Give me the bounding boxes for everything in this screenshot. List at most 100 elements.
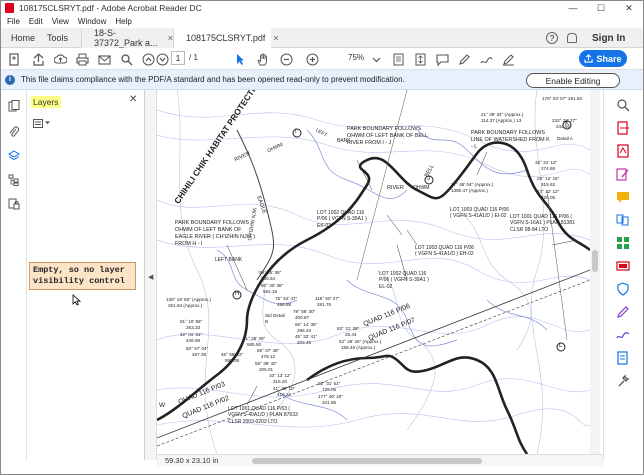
comment-icon[interactable]	[435, 52, 449, 66]
zoom-level-dropdown[interactable]: 75%	[348, 53, 364, 62]
highlight-pen-icon[interactable]	[457, 52, 471, 66]
layers-icon[interactable]	[8, 150, 20, 162]
content-tree-icon[interactable]	[8, 174, 20, 186]
zoom-in-icon[interactable]	[305, 52, 319, 66]
menu-view[interactable]: View	[52, 17, 69, 26]
vertical-scrollbar[interactable]	[590, 90, 600, 454]
bearing-label: 296.34	[297, 328, 312, 333]
bearing-label: 42° 01' 01"	[180, 332, 203, 337]
bearing-label: 52° 49' 25" (Approx.)	[339, 339, 382, 344]
send-for-review-icon[interactable]	[616, 351, 630, 365]
sign-in-button[interactable]: Sign In	[592, 33, 625, 44]
map-label-west: W	[159, 402, 166, 409]
map-label-bank: BANK	[337, 138, 351, 144]
fit-page-icon[interactable]	[391, 52, 405, 66]
bearing-label: 232° 33' 37"	[552, 118, 577, 123]
save-icon[interactable]	[31, 52, 45, 66]
minimize-button[interactable]: —	[559, 1, 587, 15]
bearing-label: 585.50	[247, 342, 262, 347]
bearing-label: 114.37 (Approx.) 13	[481, 118, 522, 123]
map-marker-h: H	[235, 291, 240, 297]
panel-collapse-handle[interactable]: ◀	[145, 90, 157, 460]
bearing-label: 177° 46' 18"	[318, 394, 343, 399]
layers-empty-annotation: Empty, so no layer visibility control	[29, 262, 136, 290]
fill-and-sign-icon[interactable]	[616, 305, 630, 319]
menu-help[interactable]: Help	[115, 17, 131, 26]
tab-document-1[interactable]: 18-S-37372_Park a... ×	[81, 28, 173, 48]
pdfa-info-bar: i This file claims compliance with the P…	[1, 70, 643, 90]
edit-pdf-icon[interactable]	[616, 167, 630, 181]
document-view[interactable]: CHIHILI CHIK HABITAT PROTECTION AREA PAR…	[157, 90, 603, 454]
security-lock-icon[interactable]	[8, 198, 20, 210]
chevron-down-icon[interactable]	[369, 52, 383, 66]
create-pdf-icon[interactable]	[7, 52, 21, 66]
redact-icon[interactable]	[616, 259, 630, 273]
page-thumbnails-icon[interactable]	[8, 100, 20, 112]
bearing-label: 27° 46' 04" (Approx.)	[451, 182, 494, 187]
help-icon[interactable]: ?	[546, 32, 558, 44]
page-number-input[interactable]: 1	[171, 51, 185, 65]
share-button[interactable]: Share	[579, 50, 627, 67]
zoom-out-icon[interactable]	[279, 52, 293, 66]
fill-sign-icon[interactable]	[501, 52, 515, 66]
map-label-lot-1002-el: LOT 1002 QUAD 116 P/06 ( VGFN S-39A1 ) E…	[379, 271, 429, 290]
hand-tool-icon[interactable]	[255, 52, 269, 66]
enable-editing-button[interactable]: Enable Editing	[526, 73, 620, 88]
email-icon[interactable]	[97, 52, 111, 66]
collapse-arrow-icon: ◀	[148, 274, 154, 281]
share-icon	[584, 54, 594, 63]
print-icon[interactable]	[75, 52, 89, 66]
export-pdf-icon[interactable]	[616, 121, 630, 135]
vertical-scroll-thumb[interactable]	[592, 250, 598, 272]
maximize-button[interactable]: ☐	[587, 1, 615, 15]
bearing-label: 244.92	[556, 124, 571, 129]
bearing-label: 29° 12' 18"	[537, 176, 560, 181]
comment-tool-icon[interactable]	[616, 190, 630, 204]
map-label-ohwm-2: OHWM	[413, 185, 430, 191]
main-toolbar: 1 / 1 75% Share	[1, 48, 643, 70]
attachments-paperclip-icon[interactable]	[8, 126, 20, 138]
draw-icon[interactable]	[479, 52, 493, 66]
menu-file[interactable]: File	[7, 17, 20, 26]
tab-document-1-label: 18-S-37372_Park a...	[94, 28, 158, 48]
bearing-label: 203.48	[297, 340, 312, 345]
protect-icon[interactable]	[616, 282, 630, 296]
bearing-label: 45° 32' 41"	[295, 334, 318, 339]
map-label-park-boundary-watershed: PARK BOUNDARY FOLLOWS LINE OF WATERSHED …	[471, 130, 550, 150]
tab-document-2-close[interactable]: ×	[273, 33, 278, 43]
horizontal-scroll-thumb[interactable]	[252, 458, 482, 464]
tools-pane	[603, 90, 643, 460]
more-tools-icon[interactable]	[616, 374, 630, 388]
select-cursor-icon[interactable]	[233, 52, 247, 66]
create-pdf-icon[interactable]	[616, 144, 630, 158]
combine-files-icon[interactable]	[616, 213, 630, 227]
scroll-mode-icon[interactable]	[413, 52, 427, 66]
menu-edit[interactable]: Edit	[29, 17, 43, 26]
map-marker-j: J	[427, 176, 430, 182]
tab-tools[interactable]: Tools	[47, 28, 68, 48]
tab-document-2[interactable]: 108175CLSRYT.pdf ×	[173, 28, 279, 49]
bearing-label: 594.15	[263, 289, 278, 294]
menu-window[interactable]: Window	[78, 17, 106, 26]
map-label-left-bank-2: LEFT BANK	[215, 257, 243, 263]
search-icon[interactable]	[119, 52, 133, 66]
notifications-bell-icon[interactable]	[567, 33, 577, 43]
tab-home[interactable]: Home	[11, 28, 35, 48]
navigation-rail	[1, 90, 27, 460]
upload-cloud-icon[interactable]	[53, 52, 67, 66]
next-page-icon[interactable]	[155, 52, 169, 66]
bearing-label: 266.54	[261, 276, 276, 281]
map-label-lot-1003-ei: LOT 1003 QUAD 116 P/06 ( VGFN S-41A1/D )…	[450, 207, 510, 220]
window-title: 108175CLSRYT.pdf - Adobe Acrobat Reader …	[19, 3, 202, 13]
close-button[interactable]: ✕	[615, 1, 643, 15]
previous-page-icon[interactable]	[141, 52, 155, 66]
send-for-signature-icon[interactable]	[616, 328, 630, 342]
layers-panel-close-button[interactable]: ✕	[129, 94, 137, 105]
search-zoom-icon[interactable]	[616, 98, 630, 112]
map-marker-l: L	[559, 343, 563, 349]
organize-pages-icon[interactable]	[616, 236, 630, 250]
layers-options-menu[interactable]	[33, 118, 51, 128]
bearing-label: 176° 03' 07" 261.84	[542, 96, 583, 101]
bearing-label: 139° 18' 50" (Approx.)	[166, 297, 211, 302]
bearing-label: 26.44	[345, 332, 357, 337]
